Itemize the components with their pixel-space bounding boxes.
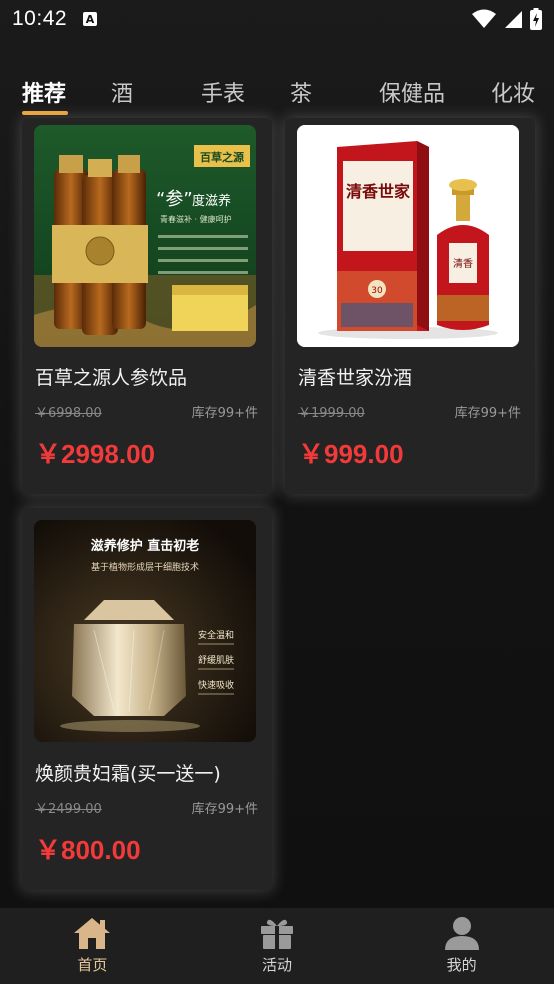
status-bar: 10:42 A <box>0 0 554 38</box>
stock-label: 库存99+件 <box>191 802 258 817</box>
image-headline-1: “参” <box>156 189 193 210</box>
image-box-text: 清香世家 <box>346 182 411 201</box>
sale-price: ￥999.00 <box>298 439 404 469</box>
signal-icon <box>505 11 522 28</box>
nav-label: 首页 <box>77 956 108 974</box>
nav-activity[interactable]: 活动 <box>185 908 370 984</box>
nav-label: 活动 <box>262 956 293 974</box>
product-title: 清香世家汾酒 <box>298 367 413 389</box>
wifi-icon <box>472 9 496 28</box>
battery-icon <box>530 8 542 30</box>
product-card[interactable]: 百草之源 “参” 度滋养 青春滋补 · 健康呵护 百草之源人参饮品 ￥6998.… <box>22 118 272 494</box>
sale-price: ￥800.00 <box>35 835 141 865</box>
original-price: ￥2499.00 <box>35 802 102 817</box>
nav-profile[interactable]: 我的 <box>369 908 554 984</box>
user-icon <box>444 917 479 950</box>
accessibility-icon: A <box>83 12 98 26</box>
stock-label: 库存99+件 <box>454 406 521 421</box>
product-card[interactable]: 滋养修护 直击初老 基于植物形成层干细胞技术 安全温和 舒缓肌肤 快速吸收 焕颜… <box>22 508 272 890</box>
active-tab-indicator <box>22 111 68 115</box>
sale-price: ￥2998.00 <box>35 439 155 469</box>
tab-tea[interactable]: 茶 <box>290 76 312 108</box>
stock-label: 库存99+件 <box>191 406 258 421</box>
category-tabs: 推荐 酒 手表 茶 保健品 化妆 <box>0 60 554 120</box>
image-brand-text: 百草之源 <box>200 150 244 164</box>
image-tag-2: 舒缓肌肤 <box>198 654 234 666</box>
image-sub-text: 基于植物形成层干细胞技术 <box>91 561 199 573</box>
tab-liquor[interactable]: 酒 <box>111 76 133 108</box>
original-price: ￥6998.00 <box>35 406 102 421</box>
tab-cosmetics[interactable]: 化妆 <box>491 76 535 108</box>
image-tag-3: 快速吸收 <box>198 679 234 691</box>
image-headline-2: 度滋养 <box>192 193 231 209</box>
product-title: 百草之源人参饮品 <box>35 367 188 389</box>
product-card[interactable]: 清香世家 30 清香 清香世家汾酒 ￥1999.00 库存99+件 ￥999.0… <box>285 118 535 494</box>
home-icon <box>74 918 111 949</box>
gift-icon <box>261 919 293 949</box>
tab-recommend[interactable]: 推荐 <box>22 76 66 108</box>
product-image: 滋养修护 直击初老 基于植物形成层干细胞技术 安全温和 舒缓肌肤 快速吸收 <box>34 520 256 742</box>
nav-label: 我的 <box>446 956 477 974</box>
status-time: 10:42 <box>12 7 68 30</box>
tab-watches[interactable]: 手表 <box>201 76 245 108</box>
product-image: 清香世家 30 清香 <box>297 125 519 347</box>
image-sub-text: 青春滋补 · 健康呵护 <box>160 214 232 224</box>
image-badge-text: 30 <box>371 286 383 296</box>
product-title: 焕颜贵妇霜(买一送一) <box>35 763 221 785</box>
tab-health[interactable]: 保健品 <box>379 76 445 108</box>
image-headline: 滋养修护 直击初老 <box>91 538 200 554</box>
original-price: ￥1999.00 <box>298 406 365 421</box>
image-tag-1: 安全温和 <box>198 629 234 641</box>
bottom-navigation: 首页 活动 我的 <box>0 908 554 984</box>
status-icons <box>472 8 542 30</box>
app-screen: 10:42 A 推荐 酒 手表 茶 保健品 化妆 百草之源 “参” 度滋养 青春… <box>0 0 554 984</box>
svg-text:清香: 清香 <box>453 257 473 270</box>
product-image: 百草之源 “参” 度滋养 青春滋补 · 健康呵护 <box>34 125 256 347</box>
nav-home[interactable]: 首页 <box>0 908 185 984</box>
